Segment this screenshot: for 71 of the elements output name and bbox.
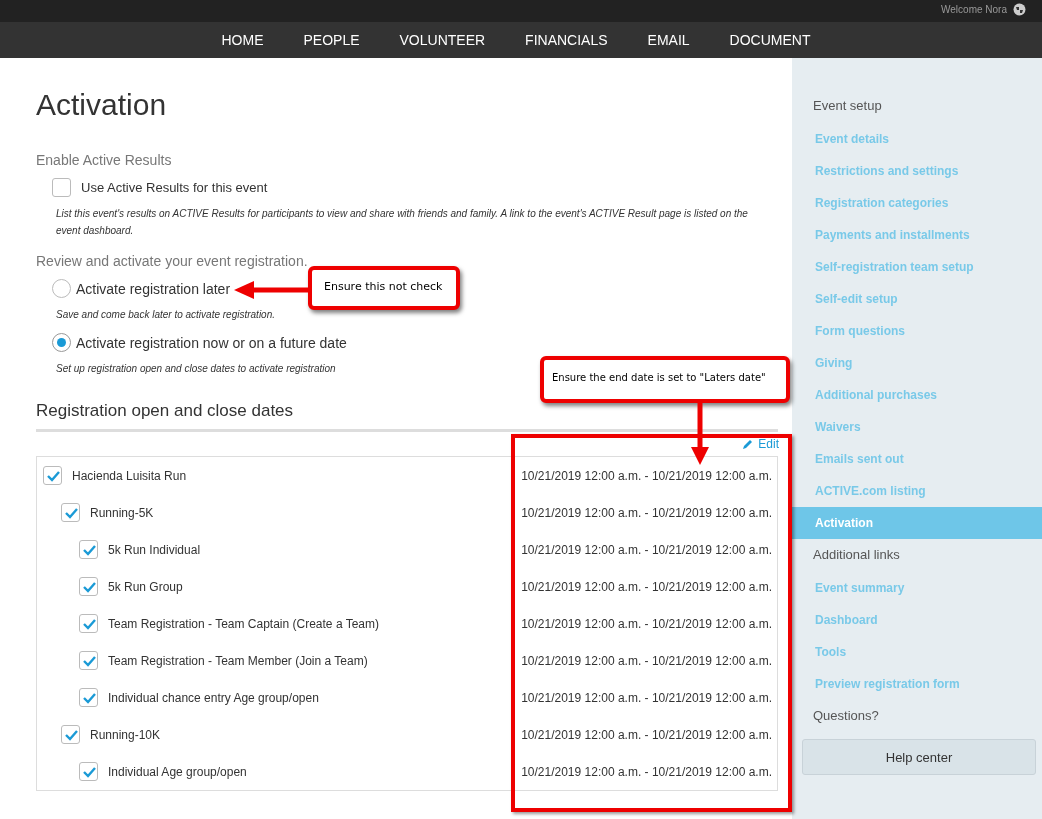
category-name: Team Registration - Team Captain (Create a Team) bbox=[108, 616, 379, 631]
annotation-callout: Ensure this not check bbox=[308, 266, 460, 310]
checkbox[interactable] bbox=[52, 178, 71, 197]
help-center-button[interactable]: Help center bbox=[802, 739, 1036, 775]
sidebar-link[interactable]: Waivers bbox=[792, 411, 1042, 443]
checkbox[interactable] bbox=[79, 540, 98, 559]
help-text: Set up registration open and close dates to activate registration bbox=[56, 362, 336, 376]
sidebar-link[interactable]: Form questions bbox=[792, 315, 1042, 347]
annotation-callout: Ensure the end date is set to "Laters date" bbox=[540, 356, 790, 403]
date-range: 10/21/2019 12:00 a.m. - 10/21/2019 12:00 a.m. bbox=[521, 468, 772, 483]
sidebar-link[interactable]: Dashboard bbox=[792, 604, 1042, 636]
welcome-text: Welcome Nora bbox=[941, 4, 1007, 15]
sidebar-link[interactable]: Self-edit setup bbox=[792, 283, 1042, 315]
date-range: 10/21/2019 12:00 a.m. - 10/21/2019 12:00 a.m. bbox=[521, 616, 772, 631]
category-name: Running-5K bbox=[90, 505, 154, 520]
checkbox[interactable] bbox=[79, 651, 98, 670]
radio-label: Activate registration now or on a future date bbox=[76, 334, 347, 351]
category-name: Individual chance entry Age group/open bbox=[108, 690, 319, 705]
edit-link[interactable]: Edit bbox=[742, 437, 779, 451]
date-range: 10/21/2019 12:00 a.m. - 10/21/2019 12:00 a.m. bbox=[521, 764, 772, 779]
sidebar-heading: Event setup bbox=[812, 97, 883, 115]
checkbox[interactable] bbox=[61, 725, 80, 744]
sidebar-link[interactable]: Restrictions and settings bbox=[792, 155, 1042, 187]
sidebar-link[interactable]: Registration categories bbox=[792, 187, 1042, 219]
date-range: 10/21/2019 12:00 a.m. - 10/21/2019 12:00 a.m. bbox=[521, 690, 772, 705]
sidebar-link[interactable]: Giving bbox=[792, 347, 1042, 379]
category-name: 5k Run Individual bbox=[108, 542, 201, 557]
checkbox[interactable] bbox=[43, 466, 62, 485]
date-range: 10/21/2019 12:00 a.m. - 10/21/2019 12:00 a.m. bbox=[521, 727, 772, 742]
nav-link[interactable]: FINANCIALS bbox=[525, 32, 608, 48]
sidebar-link[interactable]: Emails sent out bbox=[792, 443, 1042, 475]
nav-link[interactable]: EMAIL bbox=[647, 32, 690, 48]
sidebar-link[interactable]: Payments and installments bbox=[792, 219, 1042, 251]
sidebar-link[interactable]: Preview registration form bbox=[792, 668, 1042, 700]
checkbox[interactable] bbox=[79, 614, 98, 633]
date-range: 10/21/2019 12:00 a.m. - 10/21/2019 12:00 a.m. bbox=[521, 505, 772, 520]
radio-label: Activate registration later bbox=[76, 280, 231, 297]
pencil-icon bbox=[742, 438, 755, 450]
sidebar-link[interactable]: Event details bbox=[792, 123, 1042, 155]
nav-link[interactable]: PEOPLE bbox=[303, 32, 360, 48]
help-text: Save and come back later to activate registration. bbox=[56, 308, 275, 322]
sidebar-heading: Additional links bbox=[812, 546, 901, 564]
globe-icon[interactable] bbox=[1013, 3, 1026, 16]
checkbox[interactable] bbox=[79, 688, 98, 707]
category-name: Team Registration - Team Member (Join a Team) bbox=[108, 653, 368, 668]
sidebar-link[interactable]: Self-registration team setup bbox=[792, 251, 1042, 283]
category-name: Individual Age group/open bbox=[108, 764, 247, 779]
sidebar-link[interactable]: Tools bbox=[792, 636, 1042, 668]
category-name: 5k Run Group bbox=[108, 579, 183, 594]
date-range: 10/21/2019 12:00 a.m. - 10/21/2019 12:00 a.m. bbox=[521, 579, 772, 594]
checkbox[interactable] bbox=[61, 503, 80, 522]
section-heading: Review and activate your event registration. bbox=[36, 253, 309, 269]
annotation-arrow bbox=[690, 403, 710, 465]
sidebar-link[interactable]: Activation bbox=[792, 507, 1042, 539]
sidebar-link[interactable]: ACTIVE.com listing bbox=[792, 475, 1042, 507]
page-title: Activation bbox=[36, 88, 168, 122]
checkbox-label: Use Active Results for this event bbox=[81, 180, 268, 195]
date-range: 10/21/2019 12:00 a.m. - 10/21/2019 12:00 a.m. bbox=[521, 653, 772, 668]
help-text: List this event's results on ACTIVE Results for participants to view and share with friends and family. A link to the event's ACTIVE Result page is listed on the event dashboard. bbox=[56, 207, 749, 238]
checkbox[interactable] bbox=[79, 762, 98, 781]
nav-link[interactable]: HOME bbox=[221, 32, 264, 48]
category-name: Running-10K bbox=[90, 727, 161, 742]
section-heading: Enable Active Results bbox=[36, 152, 173, 168]
checkbox[interactable] bbox=[79, 577, 98, 596]
nav-link[interactable]: VOLUNTEER bbox=[399, 32, 486, 48]
date-range: 10/21/2019 12:00 a.m. - 10/21/2019 12:00 a.m. bbox=[521, 542, 772, 557]
category-name: Hacienda Luisita Run bbox=[72, 468, 187, 483]
sidebar-link[interactable]: Event summary bbox=[792, 572, 1042, 604]
sidebar-link[interactable]: Additional purchases bbox=[792, 379, 1042, 411]
nav-link[interactable]: DOCUMENT bbox=[729, 32, 811, 48]
sidebar-heading: Questions? bbox=[812, 707, 880, 725]
